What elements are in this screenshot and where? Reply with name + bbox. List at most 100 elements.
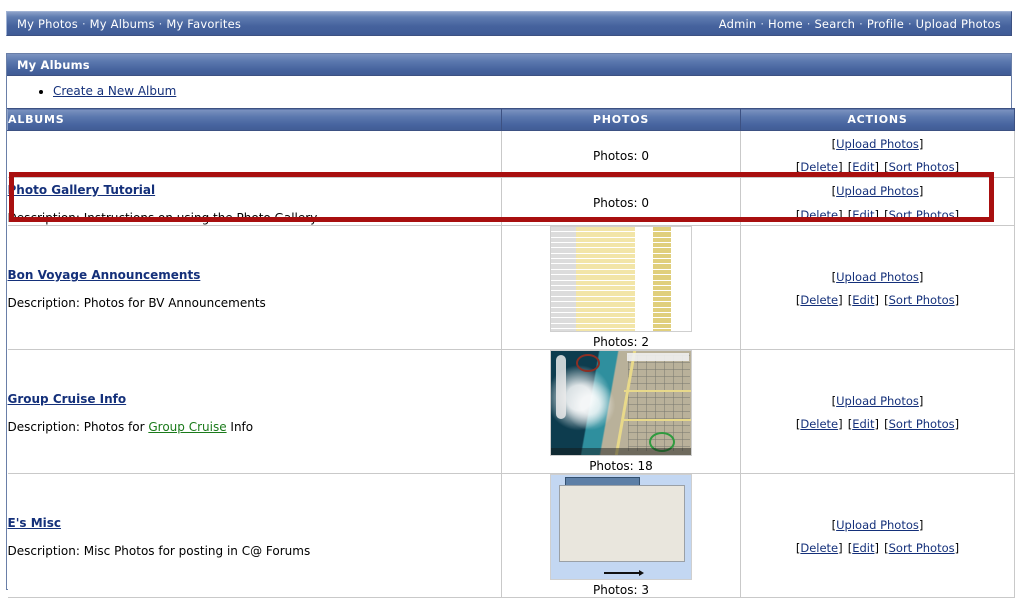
column-header-photos: PHOTOS	[501, 108, 741, 131]
bracket-close: ]	[954, 417, 960, 432]
nav-right-group: Admin · Home · Search · Profile · Upload…	[719, 17, 1001, 31]
album-title-link[interactable]: Bon Voyage Announcements	[8, 268, 201, 282]
nav-link-my-albums[interactable]: My Albums	[90, 17, 155, 31]
album-photos-cell: Photos: 3	[501, 473, 741, 598]
album-photos-cell: Photos: 18	[501, 349, 741, 474]
nav-separator: ·	[907, 16, 912, 31]
album-photos-cell: Photos: 2	[501, 225, 741, 350]
album-thumbnail-spreadsheet[interactable]	[550, 225, 692, 332]
sort-photos-link[interactable]: Sort Photos	[889, 160, 955, 174]
create-new-album-link[interactable]: Create a New Album	[53, 84, 176, 98]
album-thumbnail-map[interactable]	[550, 349, 692, 456]
map-zoom-control	[556, 354, 566, 419]
edit-link[interactable]: Edit	[852, 293, 874, 307]
map-road	[623, 419, 691, 422]
bracket-close: ]	[918, 184, 924, 199]
albums-table: ALBUMS PHOTOS ACTIONS Photos: 0 [Upload …	[7, 108, 1015, 598]
album-description: Description: Instructions on using the P…	[8, 211, 502, 225]
delete-link[interactable]: Delete	[800, 417, 838, 431]
photo-count-label: Photos: 3	[593, 582, 649, 597]
bracket-close: ]	[874, 160, 880, 175]
column-header-albums: ALBUMS	[7, 108, 502, 131]
upload-photos-link[interactable]: Upload Photos	[836, 518, 919, 532]
nav-link-admin[interactable]: Admin	[719, 17, 757, 31]
delete-link[interactable]: Delete	[800, 208, 838, 222]
bracket-close: ]	[954, 541, 960, 556]
bracket-close: ]	[838, 541, 843, 556]
album-photos-cell: Photos: 0	[501, 130, 741, 179]
column-header-actions: ACTIONS	[740, 108, 1015, 131]
upload-photos-link[interactable]: Upload Photos	[836, 394, 919, 408]
edit-link[interactable]: Edit	[852, 417, 874, 431]
album-title-link[interactable]: E's Misc	[8, 516, 62, 530]
nav-link-profile[interactable]: Profile	[867, 17, 904, 31]
album-description: Description: Misc Photos for posting in …	[8, 544, 502, 558]
album-actions-cell: [Upload Photos] [Delete] [Edit] [Sort Ph…	[740, 473, 1015, 598]
sort-photos-link[interactable]: Sort Photos	[889, 417, 955, 431]
sort-photos-link[interactable]: Sort Photos	[889, 541, 955, 555]
panel-top-links: Create a New Album	[7, 76, 1011, 108]
map-annotation-circle-red	[576, 353, 601, 372]
table-row: Photos: 0 [Upload Photos] [Delete] [Edit…	[7, 130, 1015, 179]
nav-left-group: My Photos · My Albums · My Favorites	[17, 17, 241, 31]
bracket-close: ]	[838, 160, 843, 175]
sort-photos-link[interactable]: Sort Photos	[889, 208, 955, 222]
upload-photos-link[interactable]: Upload Photos	[836, 137, 919, 151]
description-text: Instructions on using the Photo Gallery	[83, 210, 318, 225]
albums-table-body: Photos: 0 [Upload Photos] [Delete] [Edit…	[7, 130, 1015, 598]
bracket-close: ]	[954, 160, 960, 175]
actions-upload-line: [Upload Photos]	[741, 512, 1014, 535]
delete-link[interactable]: Delete	[800, 293, 838, 307]
delete-link[interactable]: Delete	[800, 160, 838, 174]
top-navigation-bar: My Photos · My Albums · My Favorites Adm…	[6, 11, 1012, 36]
nav-separator: ·	[81, 16, 86, 31]
nav-link-home[interactable]: Home	[768, 17, 803, 31]
album-name-cell: Photo Gallery Tutorial Description: Inst…	[7, 177, 502, 226]
album-thumbnail-ship[interactable]	[550, 473, 692, 580]
actions-secondary-line: [Delete] [Edit] [Sort Photos]	[741, 287, 1014, 310]
actions-secondary-line: [Delete] [Edit] [Sort Photos]	[741, 202, 1014, 225]
ship-deck-stack	[559, 485, 685, 563]
map-road	[623, 390, 691, 393]
upload-photos-link[interactable]: Upload Photos	[836, 184, 919, 198]
table-row: Photo Gallery Tutorial Description: Inst…	[7, 177, 1015, 226]
album-name-cell: Group Cruise Info Description: Photos fo…	[7, 349, 502, 474]
edit-link[interactable]: Edit	[852, 541, 874, 555]
table-row: Bon Voyage Announcements Description: Ph…	[7, 225, 1015, 350]
photo-count-label: Photos: 18	[589, 458, 653, 473]
nav-link-upload-photos[interactable]: Upload Photos	[916, 17, 1001, 31]
album-title-link[interactable]: Group Cruise Info	[8, 392, 127, 406]
nav-link-my-favorites[interactable]: My Favorites	[166, 17, 241, 31]
bracket-close: ]	[874, 417, 880, 432]
bracket-close: ]	[838, 293, 843, 308]
album-actions-cell: [Upload Photos] [Delete] [Edit] [Sort Ph…	[740, 225, 1015, 350]
ship-direction-arrow	[604, 569, 645, 576]
table-row: Group Cruise Info Description: Photos fo…	[7, 349, 1015, 474]
nav-separator: ·	[760, 16, 765, 31]
nav-link-search[interactable]: Search	[814, 17, 855, 31]
album-photos-cell: Photos: 0	[501, 177, 741, 226]
bracket-close: ]	[838, 207, 843, 222]
album-actions-cell: [Upload Photos] [Delete] [Edit] [Sort Ph…	[740, 130, 1015, 179]
table-row: E's Misc Description: Misc Photos for po…	[7, 473, 1015, 598]
delete-link[interactable]: Delete	[800, 541, 838, 555]
description-text-post: Info	[230, 420, 254, 435]
bracket-close: ]	[874, 293, 880, 308]
bracket-close: ]	[918, 137, 924, 151]
edit-link[interactable]: Edit	[852, 160, 874, 174]
photo-count-label: Photos: 2	[593, 334, 649, 349]
upload-photos-link[interactable]: Upload Photos	[836, 270, 919, 284]
album-description: Description: Photos for Group Cruise Inf…	[8, 420, 502, 434]
description-label: Description:	[7, 296, 80, 311]
description-label: Description:	[7, 210, 80, 225]
group-cruise-inline-link[interactable]: Group Cruise	[148, 420, 226, 434]
edit-link[interactable]: Edit	[852, 208, 874, 222]
actions-upload-line: [Upload Photos]	[741, 388, 1014, 411]
album-title-link[interactable]: Photo Gallery Tutorial	[8, 183, 156, 197]
nav-link-my-photos[interactable]: My Photos	[17, 17, 78, 31]
bracket-close: ]	[838, 417, 843, 432]
actions-upload-line: [Upload Photos]	[741, 178, 1014, 201]
sort-photos-link[interactable]: Sort Photos	[889, 293, 955, 307]
actions-upload-line: [Upload Photos]	[741, 264, 1014, 287]
bracket-close: ]	[918, 518, 924, 533]
